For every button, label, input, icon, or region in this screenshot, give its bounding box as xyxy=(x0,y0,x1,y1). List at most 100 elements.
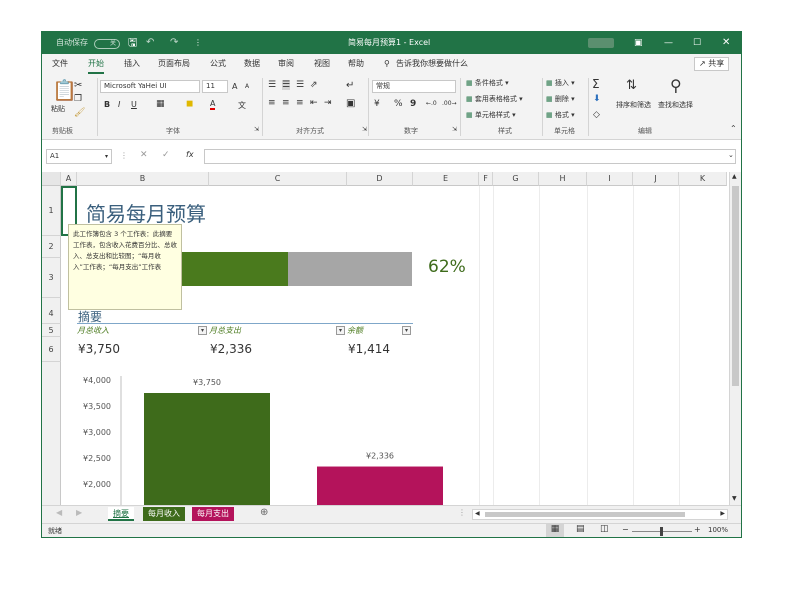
column-header-e[interactable]: E xyxy=(413,172,479,186)
font-name-dropdown[interactable]: Microsoft YaHei UI xyxy=(100,80,200,93)
row-header-1[interactable]: 1 xyxy=(42,186,61,236)
confirm-entry-icon[interactable]: ✓ xyxy=(162,150,170,160)
close-icon[interactable]: ✕ xyxy=(722,32,730,54)
align-bottom-icon[interactable]: ☰ xyxy=(296,80,304,90)
column-header-i[interactable]: I xyxy=(587,172,633,186)
italic-button[interactable]: I xyxy=(118,100,120,109)
minimize-icon[interactable]: — xyxy=(664,32,673,54)
copy-icon[interactable]: ❐ xyxy=(74,94,82,104)
column-header-k[interactable]: K xyxy=(679,172,727,186)
share-button[interactable]: ↗ 共享 xyxy=(694,57,730,71)
number-format-dropdown[interactable]: 常规 xyxy=(372,80,456,93)
bold-button[interactable]: B xyxy=(104,100,110,109)
name-box[interactable]: A1 ▾ xyxy=(46,149,112,164)
tab-splitter-icon[interactable]: ⋮ xyxy=(458,508,466,517)
customize-toolbar-icon[interactable]: ⋮ xyxy=(194,32,202,54)
horizontal-scrollbar[interactable]: ◀ ▶ xyxy=(472,509,728,520)
comma-style-button[interactable]: 9 xyxy=(410,99,416,109)
format-as-table-button[interactable]: ▦ 套用表格格式 ▾ xyxy=(466,94,523,104)
account-avatar[interactable] xyxy=(588,32,614,54)
maximize-icon[interactable]: ☐ xyxy=(693,32,701,54)
wrap-text-icon[interactable]: ↵ xyxy=(346,80,354,91)
sort-filter-button[interactable]: 排序和筛选 xyxy=(616,100,651,110)
income-expense-chart[interactable]: ¥4,000 ¥3,500 ¥3,000 ¥2,500 ¥2,000 ¥3,750 ¥2,3… xyxy=(61,367,481,507)
column-header-g[interactable]: G xyxy=(493,172,539,186)
tab-file[interactable]: 文件 xyxy=(52,54,68,74)
cancel-entry-icon[interactable]: ✕ xyxy=(140,150,148,160)
column-header-j[interactable]: J xyxy=(633,172,679,186)
font-size-dropdown[interactable]: 11 xyxy=(202,80,228,93)
align-top-icon[interactable]: ☰ xyxy=(268,80,276,90)
tab-help[interactable]: 帮助 xyxy=(348,54,364,74)
h-scroll-thumb[interactable] xyxy=(485,512,685,517)
align-center-icon[interactable]: ≡ xyxy=(282,98,290,108)
column-header-c[interactable]: C xyxy=(209,172,347,186)
tab-insert[interactable]: 插入 xyxy=(124,54,140,74)
tab-home[interactable]: 开始 xyxy=(88,54,104,74)
decrease-decimal-icon[interactable]: .00→ xyxy=(442,100,457,107)
next-sheet-icon[interactable]: ▶ xyxy=(76,508,82,517)
zoom-level[interactable]: 100% xyxy=(708,526,728,534)
autosave-toggle[interactable]: 关 xyxy=(94,32,120,54)
row-header-2[interactable]: 2 xyxy=(42,236,61,258)
format-cells-button[interactable]: ▦ 格式 ▾ xyxy=(546,110,575,120)
add-sheet-icon[interactable]: ⊕ xyxy=(260,507,268,518)
sort-filter-icon[interactable]: ⇅ xyxy=(626,78,637,93)
zoom-in-icon[interactable]: + xyxy=(694,525,701,534)
percent-button[interactable]: % xyxy=(394,99,403,109)
zoom-slider-thumb[interactable] xyxy=(660,527,663,536)
column-header-f[interactable]: F xyxy=(479,172,493,186)
page-layout-view-icon[interactable]: ▤ xyxy=(576,524,585,534)
increase-decimal-icon[interactable]: ←.0 xyxy=(426,100,437,107)
zoom-out-icon[interactable]: − xyxy=(622,525,629,534)
autosum-button[interactable]: Σ xyxy=(592,77,600,91)
filter-dropdown-icon[interactable]: ▾ xyxy=(336,326,345,335)
sheet-tab-expense[interactable]: 每月支出 xyxy=(192,507,234,521)
sheet-tab-summary[interactable]: 摘要 xyxy=(108,507,134,521)
alignment-dialog-launcher-icon[interactable]: ⇲ xyxy=(362,126,367,133)
vertical-scrollbar[interactable]: ▲ ▼ xyxy=(729,172,741,507)
tab-page-layout[interactable]: 页面布局 xyxy=(158,54,190,74)
column-header-d[interactable]: D xyxy=(347,172,413,186)
filter-dropdown-icon[interactable]: ▾ xyxy=(402,326,411,335)
decrease-indent-icon[interactable]: ⇤ xyxy=(310,98,318,108)
tab-view[interactable]: 视图 xyxy=(314,54,330,74)
column-header-a[interactable]: A xyxy=(61,172,77,186)
scroll-up-icon[interactable]: ▲ xyxy=(732,173,737,180)
page-break-view-icon[interactable]: ◫ xyxy=(600,524,609,534)
column-header-h[interactable]: H xyxy=(539,172,587,186)
prev-sheet-icon[interactable]: ◀ xyxy=(56,508,62,517)
redo-icon[interactable]: ↷ xyxy=(170,32,178,54)
delete-cells-button[interactable]: ▦ 删除 ▾ xyxy=(546,94,575,104)
tab-review[interactable]: 审阅 xyxy=(278,54,294,74)
conditional-format-button[interactable]: ▦ 条件格式 ▾ xyxy=(466,78,509,88)
increase-indent-icon[interactable]: ⇥ xyxy=(324,98,332,108)
grow-font-button[interactable]: A xyxy=(232,82,237,91)
underline-button[interactable]: U xyxy=(131,100,137,109)
cut-icon[interactable]: ✂ xyxy=(74,80,82,91)
find-select-button[interactable]: 查找和选择 xyxy=(658,100,693,110)
paste-button[interactable]: 粘贴 xyxy=(51,104,65,114)
borders-icon[interactable]: ▦ xyxy=(156,99,165,109)
align-left-icon[interactable]: ≡ xyxy=(268,98,276,108)
tell-me-input[interactable]: 告诉我你想要做什么 xyxy=(396,54,468,74)
row-header-5[interactable]: 5 xyxy=(42,324,61,337)
fill-icon[interactable]: ⬇ xyxy=(593,94,601,104)
scroll-down-icon[interactable]: ▼ xyxy=(732,495,737,502)
align-right-icon[interactable]: ≡ xyxy=(296,98,304,108)
formula-input[interactable] xyxy=(204,149,736,164)
find-select-icon[interactable]: ⚲ xyxy=(670,76,682,95)
font-color-button[interactable]: A xyxy=(210,99,216,110)
filter-dropdown-icon[interactable]: ▾ xyxy=(198,326,207,335)
format-painter-icon[interactable]: 🖌 xyxy=(74,108,85,118)
scroll-right-icon[interactable]: ▶ xyxy=(720,510,725,517)
ribbon-display-icon[interactable]: ▣ xyxy=(634,32,643,54)
align-middle-icon[interactable]: ☰ xyxy=(282,80,291,90)
row-header-6[interactable]: 6 xyxy=(42,337,61,362)
expand-formula-icon[interactable]: ⌄ xyxy=(728,151,734,159)
merge-center-icon[interactable]: ▣ xyxy=(346,98,355,109)
save-icon[interactable]: 🖫 xyxy=(128,32,137,54)
cell-styles-button[interactable]: ▦ 单元格样式 ▾ xyxy=(466,110,516,120)
font-dialog-launcher-icon[interactable]: ⇲ xyxy=(254,126,259,133)
tab-formulas[interactable]: 公式 xyxy=(210,54,226,74)
